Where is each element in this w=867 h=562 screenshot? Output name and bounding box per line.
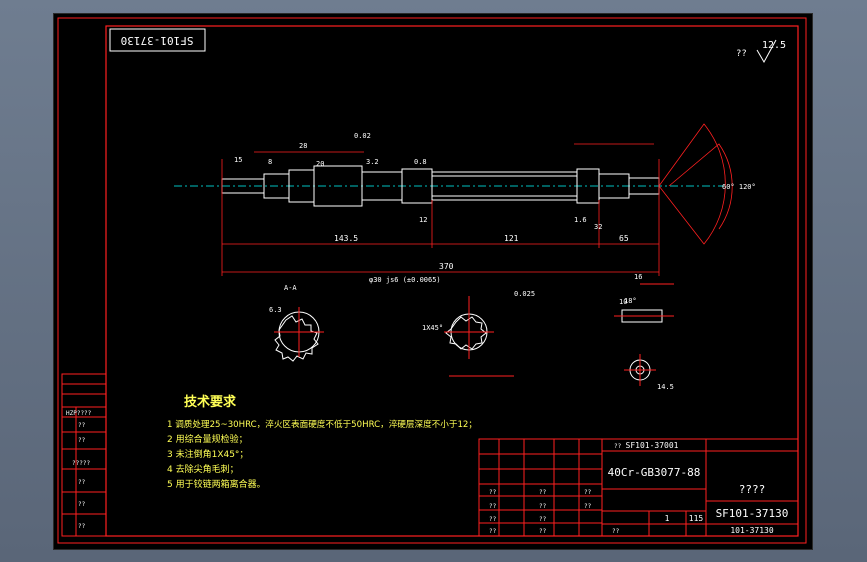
roughness-value: 12.5 (762, 40, 786, 51)
material-spec: 40Cr-GB3077-88 (608, 466, 701, 479)
tb-cell-4: ?? (539, 503, 547, 510)
dim-middle-segment: 121 (504, 234, 519, 243)
tb-cell-8: ?? (539, 528, 547, 535)
engineering-drawing: SF101-37130 12.5 ?? 370 143.5 121 65 φ30… (57, 17, 807, 544)
dim-12: 12 (419, 216, 427, 224)
section-label: A-A (284, 284, 297, 292)
tb-cell-3: ?? (489, 503, 497, 510)
tb-cell-6: ?? (539, 516, 547, 523)
roughness-note: ?? (736, 49, 747, 59)
tech-item-3: 3 未注倒角1X45°； (167, 448, 248, 460)
tol-0-025: 0.025 (514, 290, 535, 298)
top-drawing-number: SF101-37130 (121, 34, 194, 47)
tech-item-5: 5 用于铰链两箱离合器。 (167, 478, 266, 490)
side-cell-5: ?? (78, 479, 86, 486)
drawing-number: SF101-37130 (716, 507, 789, 520)
dim-18deg: 18° (624, 297, 637, 305)
side-cell-7: ?? (78, 523, 86, 530)
tb-cell-7: ?? (489, 528, 497, 535)
cad-viewport[interactable]: SF101-37130 12.5 ?? 370 143.5 121 65 φ30… (53, 13, 813, 550)
side-cell-3: ?? (78, 437, 86, 444)
tb-cell-9: ?? (612, 528, 620, 535)
dim-28: 28 (299, 142, 307, 150)
section-view-left: A-A (274, 284, 324, 362)
dim-8: 8 (268, 158, 272, 166)
tb-cell-11: ?? (584, 489, 592, 496)
quantity: 1 (665, 514, 670, 523)
dim-15: 15 (234, 156, 242, 164)
tol-0-02: 0.02 (354, 132, 371, 140)
title-block: SF101-37001 40Cr-GB3077-88 ???? SF101-37… (478, 438, 799, 537)
tb-cell-5: ?? (489, 516, 497, 523)
tb-cell-1: ?? (489, 489, 497, 496)
tech-heading: 技术要求 (184, 394, 237, 410)
dim-angle: 60° 120° (722, 183, 756, 191)
part-name: ???? (739, 483, 766, 496)
dim-16: 16 (634, 273, 642, 281)
rough-3-2: 3.2 (366, 158, 379, 166)
tb-cell-12: ?? (584, 503, 592, 510)
tb-cell-2: ?? (539, 489, 547, 496)
scale-code: 115 (689, 514, 704, 523)
dim-right-segment: 65 (619, 234, 629, 243)
dim-total-length: 370 (439, 262, 454, 271)
side-table: HZP???? ?? ?? ????? ?? ?? ?? (61, 373, 107, 537)
tech-item-4: 4 去除尖角毛刺； (167, 463, 239, 475)
rough-1-6: 1.6 (574, 216, 587, 224)
dim-20: 20 (316, 160, 324, 168)
rough-6-3: 6.3 (269, 306, 282, 314)
chamfer-note: 1X45° (422, 324, 443, 332)
drawing-number-bottom: 101-37130 (730, 526, 774, 535)
tech-item-1: 1 调质处理25~30HRC，淬火区表面硬度不低于50HRC，淬硬层深度不小于1… (167, 418, 477, 430)
side-cell-4: ????? (72, 460, 90, 467)
tb-cell-10: ?? (614, 443, 622, 450)
dim-bore: φ30 js6 (±0.0065) (369, 276, 441, 284)
side-cell-2: ?? (78, 422, 86, 429)
dim-left-segment: 143.5 (334, 234, 358, 243)
side-cell-1: HZP???? (66, 410, 92, 417)
parent-assembly-no: SF101-37001 (626, 441, 679, 450)
dim-14-5: 14.5 (657, 383, 674, 391)
section-view-middle: 1X45° (422, 296, 514, 377)
rough-0-8: 0.8 (414, 158, 427, 166)
dim-32: 32 (594, 223, 602, 231)
tech-item-2: 2 用综合量规检验； (167, 433, 248, 445)
side-cell-6: ?? (78, 501, 86, 508)
